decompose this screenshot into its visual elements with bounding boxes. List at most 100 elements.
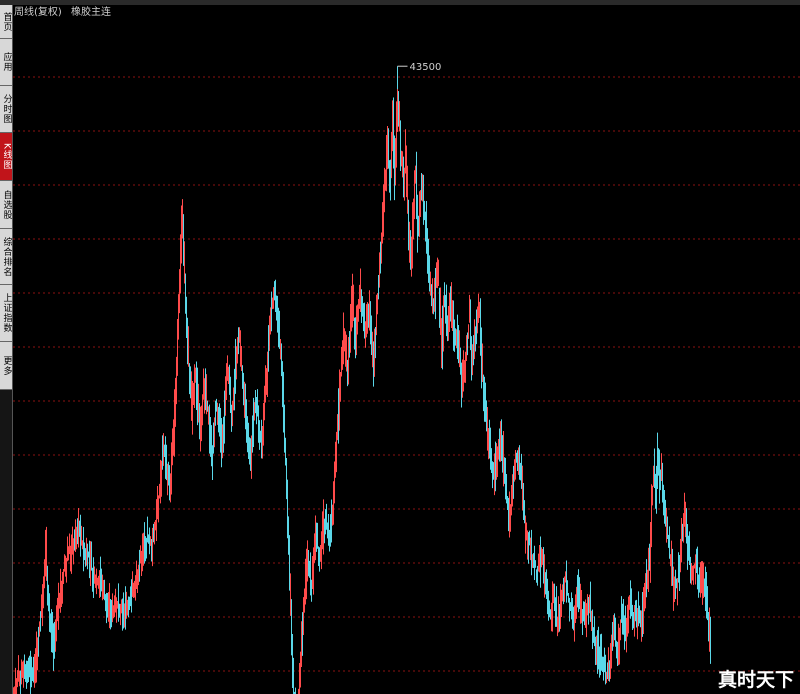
candle-body — [516, 459, 517, 461]
tab-home[interactable]: 首页 — [0, 5, 12, 39]
tab-intraday[interactable]: 分时图 — [0, 86, 12, 133]
candle-body — [54, 640, 55, 649]
candle-body — [423, 197, 424, 206]
candle-body — [479, 304, 480, 308]
candle-body — [558, 616, 559, 620]
candle-body — [440, 305, 441, 334]
candle-body — [190, 382, 191, 396]
candle-body — [14, 688, 15, 691]
candle-body — [30, 670, 31, 674]
candle-body — [319, 553, 320, 562]
candle-body — [170, 477, 171, 492]
candle-body — [358, 300, 359, 317]
tab-index[interactable]: 上证指数 — [0, 285, 12, 342]
candle-body — [282, 361, 283, 385]
candle-body — [89, 556, 90, 558]
candle-body — [333, 499, 334, 507]
tab-kline[interactable]: K线图 — [0, 133, 12, 181]
candle-body — [601, 656, 602, 659]
candle-body — [99, 577, 100, 580]
candle-body — [496, 459, 497, 468]
candle-body — [384, 187, 385, 200]
candle-body — [214, 417, 215, 434]
candle-body — [501, 437, 502, 443]
candle-body — [191, 391, 192, 412]
candle-body — [158, 498, 159, 510]
candle-body — [385, 172, 386, 190]
candle-body — [665, 505, 666, 518]
candle-body — [362, 303, 363, 310]
candle-body — [379, 265, 380, 285]
candle-body — [196, 372, 197, 392]
candle-body — [395, 150, 396, 183]
candle-body — [71, 548, 72, 554]
candle-body — [314, 548, 315, 561]
candle-body — [474, 340, 475, 353]
candle-body — [568, 596, 569, 599]
candle-body — [445, 306, 446, 310]
candle-body — [26, 670, 27, 674]
candle-body — [671, 562, 672, 571]
tab-more[interactable]: 更多 — [0, 342, 12, 390]
candle-body — [178, 302, 179, 334]
candle-body — [138, 566, 139, 572]
candle-body — [676, 586, 677, 588]
candle-body — [574, 615, 575, 624]
candle-body — [652, 486, 653, 504]
candle-body — [140, 557, 141, 559]
candle-body — [323, 517, 324, 533]
candle-body — [183, 235, 184, 258]
candle-body — [49, 603, 50, 624]
candle-body — [589, 605, 590, 609]
candle-body — [167, 467, 168, 476]
candle-body — [31, 671, 32, 675]
candle-body — [650, 530, 651, 563]
candle-body — [467, 335, 468, 343]
candle-body — [653, 472, 654, 483]
candle-body — [184, 261, 185, 279]
candlestick-chart[interactable]: 43500 — [13, 22, 800, 694]
candle-body — [545, 578, 546, 588]
candle-body — [312, 574, 313, 588]
candle-body — [192, 402, 193, 415]
tab-apps[interactable]: 应用 — [0, 39, 12, 86]
candle-body — [129, 601, 130, 603]
candle-body — [363, 307, 364, 317]
candle-body — [706, 594, 707, 606]
candle-body — [625, 627, 626, 638]
candle-body — [258, 412, 259, 422]
candle-body — [339, 390, 340, 409]
candle-body — [103, 589, 104, 594]
candle-body — [64, 567, 65, 570]
candle-body — [353, 306, 354, 319]
candle-body — [586, 612, 587, 615]
candle-body — [596, 642, 597, 648]
candle-body — [201, 411, 202, 421]
candle-body — [336, 439, 337, 458]
candle-body — [276, 306, 277, 314]
candle-body — [270, 322, 271, 333]
candle-body — [228, 366, 229, 381]
period-label[interactable]: 周线(复权) — [14, 7, 62, 18]
candle-body — [659, 465, 660, 482]
tab-ranking[interactable]: 综合排名 — [0, 229, 12, 285]
candle-body — [309, 564, 310, 571]
candle-body — [20, 674, 21, 679]
candle-body — [148, 537, 149, 542]
candle-body — [691, 571, 692, 574]
candle-body — [335, 459, 336, 477]
candle-body — [215, 402, 216, 416]
candle-body — [94, 582, 95, 584]
candle-body — [442, 327, 443, 363]
candle-body — [389, 161, 390, 190]
candle-body — [101, 579, 102, 586]
candle-body — [113, 607, 114, 609]
candle-body — [72, 545, 73, 547]
candle-body — [370, 311, 371, 324]
candle-body — [622, 614, 623, 621]
candle-body — [65, 561, 66, 568]
candle-body — [302, 625, 303, 645]
candle-body — [338, 405, 339, 422]
candle-body — [448, 316, 449, 326]
tab-watchlist[interactable]: 自选股 — [0, 181, 12, 229]
